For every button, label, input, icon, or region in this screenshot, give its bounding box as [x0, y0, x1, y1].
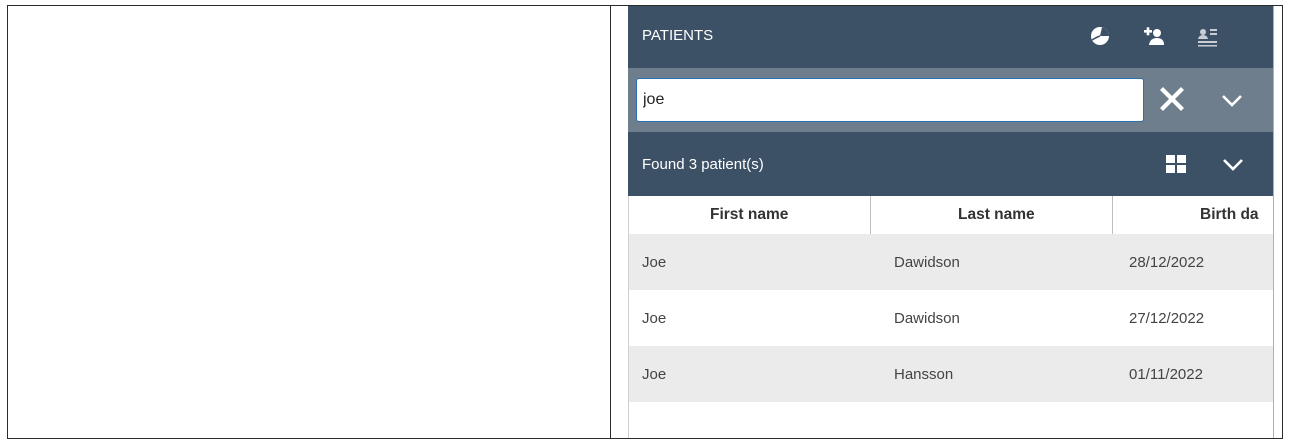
- results-count: Found 3 patient(s): [642, 156, 764, 173]
- pie-chart-icon[interactable]: [1088, 24, 1112, 48]
- patient-card-icon[interactable]: [1196, 24, 1220, 48]
- cell-first-name: Joe: [642, 254, 667, 271]
- column-divider[interactable]: [1112, 196, 1113, 234]
- chevron-down-icon[interactable]: [1218, 86, 1246, 114]
- column-divider[interactable]: [870, 196, 871, 234]
- chevron-down-icon[interactable]: [1220, 154, 1246, 176]
- results-bar: Found 3 patient(s): [628, 132, 1274, 196]
- cell-first-name: Joe: [642, 366, 667, 383]
- table-row[interactable]: Joe Dawidson 27/12/2022: [629, 290, 1273, 346]
- clear-search-icon[interactable]: [1158, 84, 1186, 114]
- patient-search-input[interactable]: [636, 78, 1144, 122]
- cell-birth-date: 27/12/2022: [1129, 310, 1205, 327]
- grid-view-icon[interactable]: [1165, 154, 1187, 174]
- panel-right-border: [1273, 6, 1274, 438]
- patients-header: PATIENTS: [628, 6, 1274, 68]
- patients-panel: PATIENTS Foun: [628, 6, 1274, 438]
- cell-last-name: Dawidson: [894, 310, 960, 327]
- table-row[interactable]: Joe Hansson 01/11/2022: [629, 346, 1273, 402]
- search-bar: [628, 68, 1274, 132]
- panel-title: PATIENTS: [642, 27, 714, 44]
- cell-birth-date: 28/12/2022: [1129, 254, 1205, 271]
- cell-first-name: Joe: [642, 310, 667, 327]
- cell-last-name: Dawidson: [894, 254, 960, 271]
- table-border-left: [7, 5, 8, 439]
- table-border-middle: [610, 5, 611, 439]
- table-border-bottom: [7, 438, 1283, 439]
- add-user-icon[interactable]: [1142, 24, 1166, 48]
- cell-birth-date: 01/11/2022: [1129, 366, 1203, 383]
- table-row[interactable]: Joe Dawidson 28/12/2022: [629, 234, 1273, 290]
- table-border-right: [1282, 5, 1283, 439]
- cell-last-name: Hansson: [894, 366, 954, 383]
